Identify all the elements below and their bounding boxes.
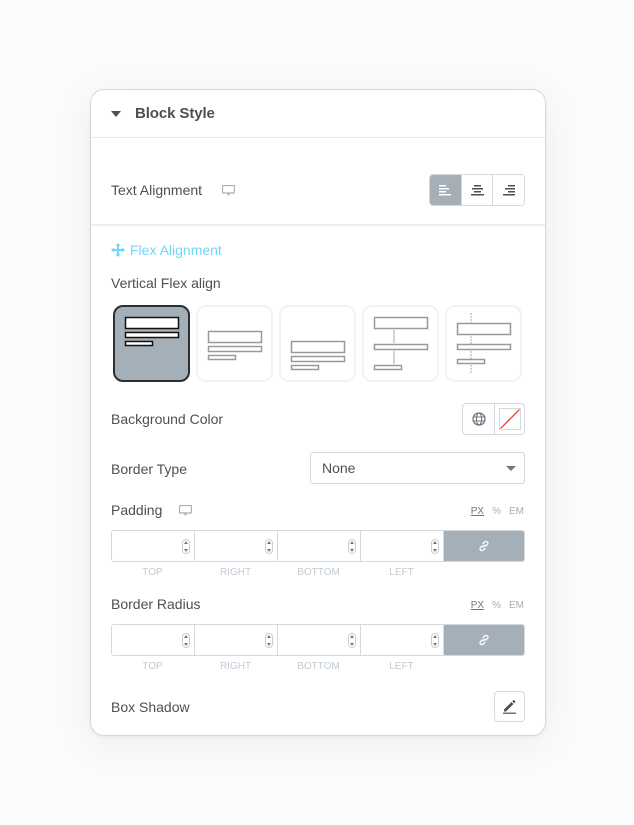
move-arrows-icon <box>111 243 125 257</box>
label-bottom: BOTTOM <box>297 567 340 578</box>
flex-alignment-heading: Flex Alignment <box>111 242 222 258</box>
no-color-swatch-icon <box>498 408 521 430</box>
section-divider <box>91 224 545 226</box>
label-right: RIGHT <box>219 567 252 578</box>
stepper-icon[interactable] <box>182 633 190 648</box>
flex-align-center-option[interactable] <box>196 305 273 382</box>
radius-right-field[interactable] <box>195 625 278 655</box>
padding-link-button[interactable] <box>444 531 524 561</box>
caret-down-icon[interactable] <box>111 111 121 117</box>
flex-end-icon <box>290 340 346 371</box>
padding-bottom-field[interactable] <box>278 531 361 561</box>
unit-percent[interactable]: % <box>492 600 501 611</box>
align-right-icon <box>503 184 516 195</box>
border-type-label: Border Type <box>111 461 188 477</box>
unit-percent[interactable]: % <box>492 506 501 517</box>
block-style-panel: Block Style Text Alignment Flex Alignmen… <box>90 89 546 736</box>
stepper-icon[interactable] <box>265 539 273 554</box>
flex-alignment-title: Flex Alignment <box>130 242 222 258</box>
label-right: RIGHT <box>219 661 252 672</box>
padding-field-labels: TOP RIGHT BOTTOM LEFT <box>111 567 443 578</box>
background-color-label: Background Color <box>111 411 224 427</box>
padding-inputs <box>111 530 525 562</box>
border-radius-inputs <box>111 624 525 656</box>
text-alignment-label: Text Alignment <box>111 182 203 198</box>
align-left-button[interactable] <box>430 175 462 205</box>
monitor-icon[interactable] <box>222 185 235 196</box>
radius-top-field[interactable] <box>112 625 195 655</box>
stepper-icon[interactable] <box>431 633 439 648</box>
flex-align-end-option[interactable] <box>279 305 356 382</box>
radius-left-field[interactable] <box>361 625 444 655</box>
panel-title: Block Style <box>135 105 215 122</box>
unit-em[interactable]: EM <box>509 600 524 611</box>
radius-bottom-field[interactable] <box>278 625 361 655</box>
unit-px[interactable]: PX <box>471 600 484 611</box>
label-top: TOP <box>142 661 163 672</box>
padding-right-field[interactable] <box>195 531 278 561</box>
border-type-value: None <box>322 460 356 476</box>
stepper-icon[interactable] <box>348 539 356 554</box>
padding-units: PX % EM <box>471 506 524 517</box>
border-type-select[interactable]: None <box>310 452 525 484</box>
stepper-icon[interactable] <box>182 539 190 554</box>
padding-left-field[interactable] <box>361 531 444 561</box>
label-bottom: BOTTOM <box>297 661 340 672</box>
align-center-icon <box>470 184 484 195</box>
flex-align-space-between-option[interactable] <box>362 305 439 382</box>
align-left-icon <box>438 184 451 195</box>
radius-link-button[interactable] <box>444 625 524 655</box>
text-alignment-control <box>429 174 525 206</box>
stepper-icon[interactable] <box>265 633 273 648</box>
border-radius-label: Border Radius <box>111 596 201 612</box>
chevron-down-icon <box>506 466 516 471</box>
label-top: TOP <box>142 567 163 578</box>
unit-px[interactable]: PX <box>471 506 484 517</box>
global-colors-button[interactable] <box>463 404 495 434</box>
background-color-control <box>462 403 525 435</box>
monitor-icon[interactable] <box>179 505 192 516</box>
box-shadow-label: Box Shadow <box>111 699 190 715</box>
globe-icon <box>471 412 486 426</box>
flex-start-icon <box>124 316 180 347</box>
border-radius-units: PX % EM <box>471 600 524 611</box>
stepper-icon[interactable] <box>348 633 356 648</box>
color-picker-swatch[interactable] <box>495 404 524 434</box>
stepper-icon[interactable] <box>431 539 439 554</box>
padding-label: Padding <box>111 502 163 518</box>
label-left: LEFT <box>389 661 414 672</box>
align-right-button[interactable] <box>493 175 524 205</box>
flex-align-start-option[interactable] <box>113 305 190 382</box>
padding-top-field[interactable] <box>112 531 195 561</box>
box-shadow-edit-button[interactable] <box>494 691 525 722</box>
border-radius-field-labels: TOP RIGHT BOTTOM LEFT <box>111 661 443 672</box>
link-icon <box>479 634 489 646</box>
flex-space-around-icon <box>456 313 512 374</box>
flex-space-between-icon <box>373 316 429 371</box>
label-left: LEFT <box>389 567 414 578</box>
unit-em[interactable]: EM <box>509 506 524 517</box>
vertical-flex-align-label: Vertical Flex align <box>111 275 221 291</box>
panel-header[interactable]: Block Style <box>91 90 545 138</box>
flex-center-icon <box>207 330 263 361</box>
link-icon <box>479 540 489 552</box>
pencil-icon <box>503 700 516 714</box>
flex-align-space-around-option[interactable] <box>445 305 522 382</box>
align-center-button[interactable] <box>461 175 494 205</box>
